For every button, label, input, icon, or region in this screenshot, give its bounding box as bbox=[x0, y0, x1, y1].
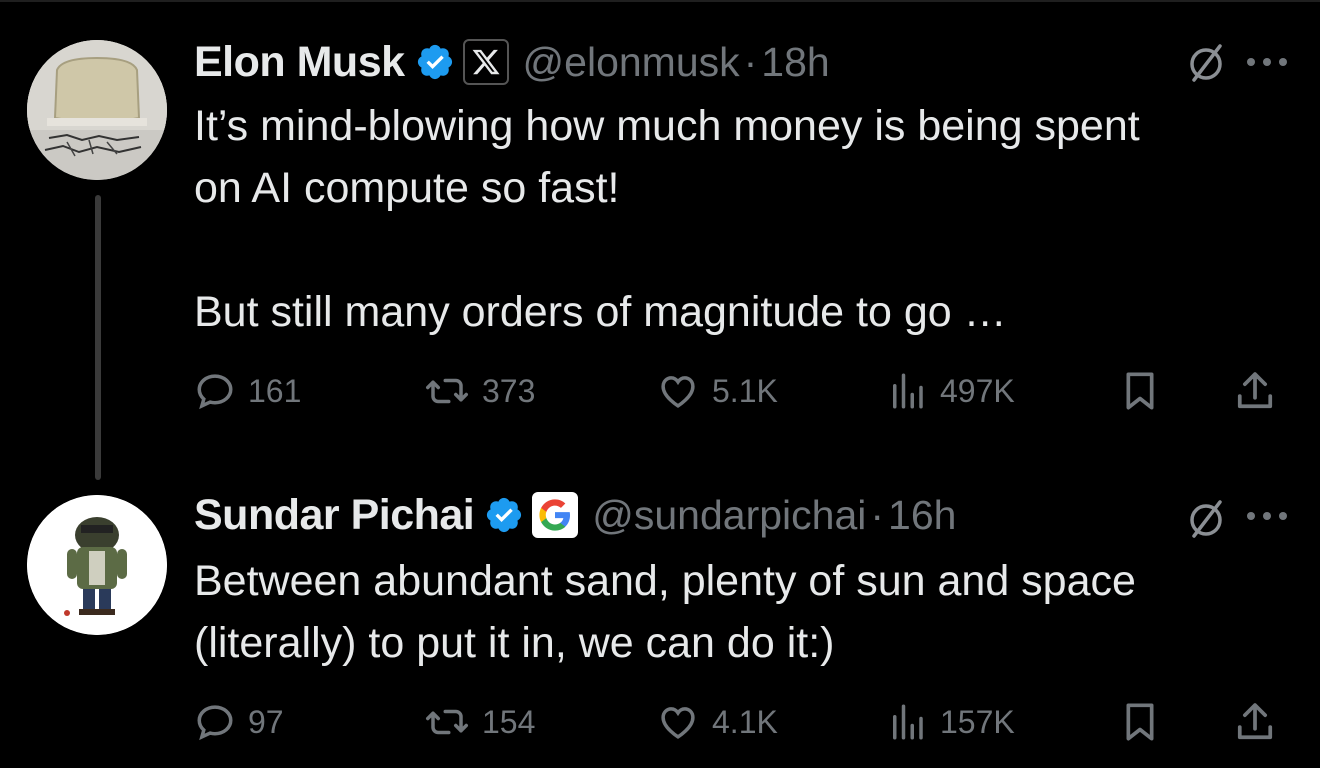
repost-button[interactable]: 373 bbox=[424, 366, 535, 416]
timestamp[interactable]: 16h bbox=[888, 492, 956, 539]
share-button[interactable] bbox=[1234, 366, 1276, 416]
like-button[interactable]: 5.1K bbox=[656, 366, 778, 416]
views-button[interactable]: 497K bbox=[886, 366, 1015, 416]
reply-icon bbox=[197, 374, 233, 410]
views-icon bbox=[893, 704, 923, 740]
repost-count: 154 bbox=[482, 703, 536, 740]
author-name[interactable]: Elon Musk bbox=[194, 38, 405, 87]
verified-badge-icon[interactable] bbox=[415, 42, 455, 82]
bookmark-icon bbox=[1126, 703, 1154, 741]
like-button[interactable]: 4.1K bbox=[656, 697, 778, 747]
share-icon bbox=[1237, 372, 1273, 409]
avatar[interactable] bbox=[27, 495, 167, 635]
grok-icon[interactable] bbox=[1184, 496, 1228, 540]
action-bar: 97 154 4.1K 157K bbox=[194, 697, 1294, 747]
author-handle[interactable]: @sundarpichai bbox=[592, 492, 866, 539]
author-name[interactable]: Sundar Pichai bbox=[194, 491, 475, 540]
tweet-elon[interactable]: Elon Musk @elonmusk · 18h It’s mind-blow… bbox=[0, 0, 1320, 480]
bookmark-button[interactable] bbox=[1120, 366, 1160, 416]
tweet-line: But still many orders of magnitude to go… bbox=[194, 288, 1007, 336]
separator: · bbox=[870, 491, 885, 538]
separator: · bbox=[743, 38, 758, 85]
more-icon[interactable] bbox=[1242, 55, 1292, 69]
repost-icon bbox=[426, 378, 468, 404]
tweet-line: on AI compute so fast! bbox=[194, 164, 620, 212]
repost-button[interactable]: 154 bbox=[424, 697, 535, 747]
google-logo-icon[interactable] bbox=[532, 492, 579, 538]
views-button[interactable]: 157K bbox=[886, 697, 1015, 747]
author-handle[interactable]: @elonmusk bbox=[523, 39, 740, 86]
tweet-line: It’s mind-blowing how much money is bein… bbox=[194, 102, 1140, 150]
bookmark-button[interactable] bbox=[1120, 697, 1160, 747]
avatar[interactable] bbox=[27, 40, 167, 180]
repost-count: 373 bbox=[482, 372, 536, 409]
share-icon bbox=[1237, 703, 1273, 740]
repost-icon bbox=[426, 709, 468, 735]
like-count: 5.1K bbox=[712, 372, 778, 409]
tweet-text: Between abundant sand, plenty of sun and… bbox=[194, 550, 1136, 674]
reply-count: 97 bbox=[248, 703, 284, 740]
reply-count: 161 bbox=[248, 372, 302, 409]
thread-line bbox=[95, 195, 101, 480]
action-bar: 161 373 5.1K 497K bbox=[194, 366, 1294, 416]
bookmark-icon bbox=[1126, 372, 1154, 410]
views-icon bbox=[893, 373, 923, 409]
verified-badge-icon[interactable] bbox=[484, 495, 524, 535]
tweet-line bbox=[194, 219, 1140, 281]
tweet-line: (literally) to put it in, we can do it:) bbox=[194, 619, 835, 667]
grok-icon[interactable] bbox=[1184, 40, 1228, 84]
reply-icon bbox=[197, 705, 233, 741]
reply-button[interactable]: 161 bbox=[194, 366, 301, 416]
x-logo-icon[interactable] bbox=[462, 39, 509, 85]
tweet-text: It’s mind-blowing how much money is bein… bbox=[194, 95, 1140, 343]
more-icon[interactable] bbox=[1242, 509, 1292, 523]
views-count: 157K bbox=[940, 703, 1015, 740]
reply-button[interactable]: 97 bbox=[194, 697, 284, 747]
tweet-sundar[interactable]: Sundar Pichai @sundarpichai · 16h Betwee… bbox=[0, 480, 1320, 768]
like-count: 4.1K bbox=[712, 703, 778, 740]
tweet-line: Between abundant sand, plenty of sun and… bbox=[194, 557, 1136, 605]
share-button[interactable] bbox=[1234, 697, 1276, 747]
like-icon bbox=[661, 376, 695, 408]
views-count: 497K bbox=[940, 372, 1015, 409]
timestamp[interactable]: 18h bbox=[761, 39, 829, 86]
tweet-header: Elon Musk @elonmusk · 18h bbox=[194, 32, 830, 92]
like-icon bbox=[661, 707, 695, 739]
tweet-header: Sundar Pichai @sundarpichai · 16h bbox=[194, 485, 956, 545]
